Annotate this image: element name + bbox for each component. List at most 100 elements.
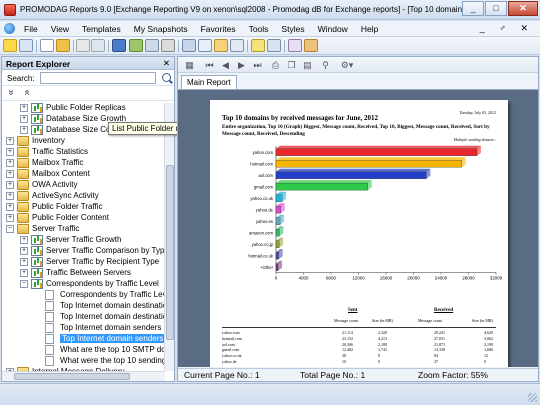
document-window-icon[interactable] [4,23,15,34]
search-icon[interactable] [162,73,171,82]
expand-icon[interactable]: + [6,159,14,167]
current-page-label: Current Page No.: 1 [184,370,260,380]
dropdown-arrow-icon[interactable] [91,39,105,52]
table-cell: 0 [484,359,486,364]
category-label: yahoo.de [256,207,274,212]
menu-view[interactable]: View [51,24,69,34]
folder-icon [17,158,29,168]
close-button[interactable]: ✕ [508,1,538,16]
zoom-icon[interactable]: ⚙▾ [338,60,356,70]
report-explorer-title: Report Explorer [6,59,71,69]
x-tick-label: 16000 [380,276,393,281]
report-chart-icon [31,103,43,113]
copy-icon[interactable]: ❐ [286,60,297,70]
category-label: amazon.com [249,230,273,235]
search-input[interactable] [40,72,156,84]
expand-icon[interactable]: + [20,126,28,134]
search-row: Search: [2,70,174,86]
export-icon[interactable]: ▤ [302,60,313,70]
minimize-button[interactable]: _ [462,1,484,16]
expand-icon[interactable]: + [6,170,14,178]
refresh-icon[interactable] [129,39,143,52]
expand-icon[interactable]: + [6,137,14,145]
close-panel-button[interactable]: ✕ [163,58,170,69]
options-icon[interactable] [267,39,281,52]
edit-icon[interactable] [251,39,265,52]
tree-item-label: Server Traffic Growth [46,235,122,244]
menu-templates[interactable]: Templates [82,24,121,34]
print-icon[interactable] [161,39,175,52]
next-page-icon[interactable]: ▶ [236,60,247,70]
previous-page-icon[interactable]: ◀ [220,60,231,70]
expand-icon[interactable]: + [20,269,28,277]
table-cell: 3,062 [484,335,493,341]
users-icon[interactable] [304,39,318,52]
scrollbar-thumb[interactable] [166,165,174,340]
scrollbar-thumb[interactable] [14,373,130,380]
favorites-star-icon[interactable] [3,39,17,52]
mdi-window-controls[interactable]: _ ♂ ✕ [480,23,534,34]
help-icon[interactable] [288,39,302,52]
table-row-domain: yahoo.de [222,359,237,364]
table-cell: 0 [378,359,380,364]
folder-icon [17,202,29,212]
report-document-icon [45,323,54,333]
expand-all-icon[interactable]: » [5,90,16,96]
find-icon[interactable]: ⚲ [320,60,331,70]
expand-icon[interactable]: + [6,148,14,156]
bar [275,263,279,271]
database-icon[interactable] [230,39,244,52]
table-cell: 4,620 [484,330,493,335]
schedule-icon[interactable] [145,39,159,52]
report-explorer-panel: Report Explorer ✕ Search: » « + Public Fo… [1,56,175,382]
resize-grip[interactable] [528,393,537,402]
table-cell: 4,213 [378,335,387,341]
open-folder-icon[interactable] [56,39,70,52]
bar-top [276,180,372,184]
menu-window[interactable]: Window [318,24,348,34]
settings-icon[interactable] [198,39,212,52]
expand-icon[interactable]: + [6,181,14,189]
run-report-icon[interactable] [112,39,126,52]
tree-item-label: Correspondents by Traffic Level [46,279,159,288]
tree-vertical-scrollbar[interactable] [164,103,174,371]
tree-toggle-icon[interactable]: ▦ [184,60,195,70]
report-chart-icon [31,125,43,135]
collapse-icon[interactable]: − [6,225,14,233]
tree-item-label: Traffic Between Servers [46,268,131,277]
expand-icon[interactable]: + [6,203,14,211]
collapse-icon[interactable]: − [20,280,28,288]
last-page-icon[interactable]: ⏭ [252,60,263,70]
first-page-icon[interactable]: ⏮ [204,60,215,70]
delete-icon[interactable] [76,39,90,52]
report-viewer: ▦ ⏮ ◀ ▶ ⏭ ⎙ ❐ ▤ ⚲ ⚙▾ Main Report Tuesday… [177,56,539,382]
new-document-icon[interactable] [40,39,54,52]
expand-icon[interactable]: + [20,236,28,244]
expand-icon[interactable]: + [20,115,28,123]
menu-styles[interactable]: Styles [281,24,304,34]
menu-favorites[interactable]: Favorites [201,24,236,34]
menu-tools[interactable]: Tools [249,24,269,34]
tab-main-report[interactable]: Main Report [181,75,237,89]
export-icon[interactable] [182,39,196,52]
main-toolbar [0,37,540,55]
expand-icon[interactable]: + [20,104,28,112]
menu-my-snapshots[interactable]: My Snapshots [134,24,188,34]
copy-report-icon[interactable] [19,39,33,52]
menu-help[interactable]: Help [361,24,378,34]
expand-icon[interactable]: + [6,214,14,222]
collapse-all-icon[interactable]: « [21,90,32,96]
table-cell: 1,686 [484,347,493,353]
expand-icon[interactable]: + [20,258,28,266]
folder-icon [17,147,29,157]
maximize-button[interactable]: □ [485,1,507,16]
filter-icon[interactable] [214,39,228,52]
expand-icon[interactable]: + [6,192,14,200]
menu-file[interactable]: File [24,24,38,34]
table-cell: 94 [434,353,438,359]
print-icon[interactable]: ⎙ [270,60,281,70]
tree-item-label: Inventory [32,136,65,145]
expand-icon[interactable]: + [20,247,28,255]
expand-collapse-row: » « [2,86,174,101]
tree-horizontal-scrollbar[interactable] [2,371,165,381]
